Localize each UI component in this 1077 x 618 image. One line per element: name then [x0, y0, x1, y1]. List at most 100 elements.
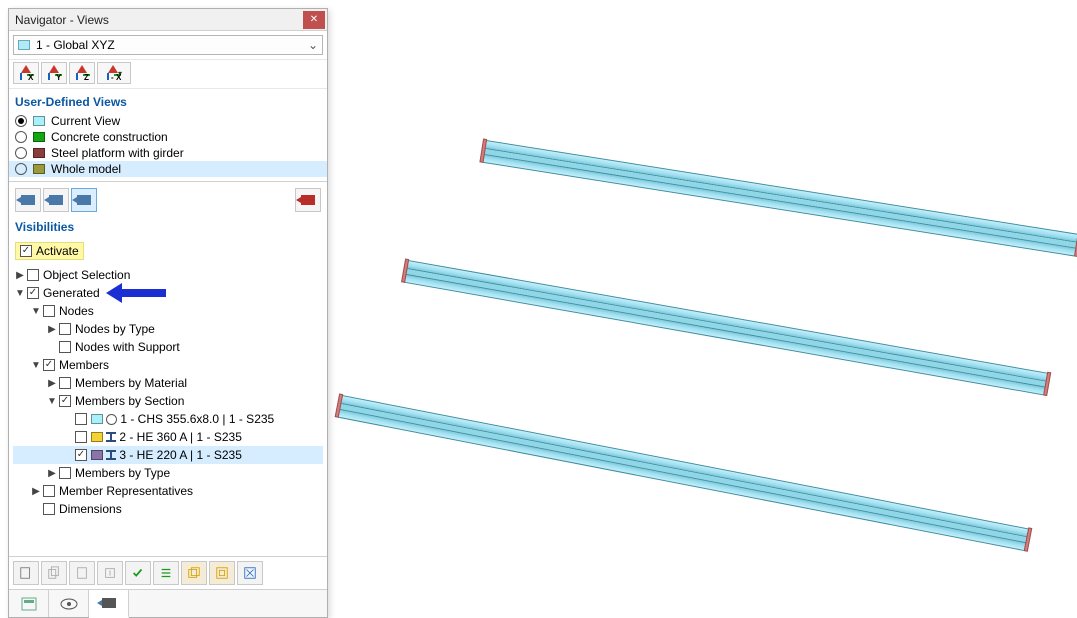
- checkbox[interactable]: [27, 287, 39, 299]
- tool-import-button[interactable]: [97, 561, 123, 585]
- tab-views[interactable]: [89, 590, 129, 618]
- section-ibeam-icon: [106, 450, 116, 460]
- tree-members-by-material[interactable]: ▶ Members by Material: [13, 374, 323, 392]
- window-title: Navigator - Views: [15, 13, 301, 27]
- swatch-icon: [91, 414, 103, 424]
- activate-checkbox[interactable]: [20, 245, 32, 257]
- camera-icon: [21, 195, 35, 205]
- radio-icon: [15, 147, 27, 159]
- swatch-icon: [33, 116, 45, 126]
- caret-right-icon[interactable]: ▶: [45, 324, 59, 335]
- tree-generated[interactable]: ▼ Generated: [13, 284, 323, 302]
- checkbox[interactable]: [59, 323, 71, 335]
- caret-right-icon[interactable]: ▶: [45, 468, 59, 479]
- chevron-down-icon: ⌄: [308, 38, 318, 52]
- udv-concrete[interactable]: Concrete construction: [9, 129, 327, 145]
- tree-dimensions[interactable]: ▶ Dimensions: [13, 500, 323, 518]
- caret-down-icon[interactable]: ▼: [29, 360, 43, 371]
- tab-strip: [9, 589, 327, 617]
- axis-x-button[interactable]: X: [13, 62, 39, 84]
- tree-section-he220[interactable]: ▶ 3 - HE 220 A | 1 - S235: [13, 446, 323, 464]
- checkbox[interactable]: [75, 413, 87, 425]
- caret-down-icon[interactable]: ▼: [29, 306, 43, 317]
- checkbox[interactable]: [75, 449, 87, 461]
- tool-new-button[interactable]: [13, 561, 39, 585]
- tool-check-button[interactable]: [125, 561, 151, 585]
- section-circle-icon: [106, 414, 117, 425]
- radio-icon: [15, 131, 27, 143]
- model-viewport[interactable]: [330, 0, 1077, 617]
- camera-toolbar: [9, 184, 327, 214]
- caret-right-icon[interactable]: ▶: [29, 486, 43, 497]
- udv-current-view[interactable]: Current View: [9, 113, 327, 129]
- visibility-tree: ▶ Object Selection ▼ Generated ▼ Nodes ▶…: [9, 264, 327, 526]
- camera-active-button[interactable]: [71, 188, 97, 212]
- beam-member: [342, 395, 1029, 529]
- tool-paste-button[interactable]: [69, 561, 95, 585]
- tool-copy-button[interactable]: [41, 561, 67, 585]
- visibilities-heading: Visibilities: [9, 214, 327, 238]
- axis-toolbar: X Y Z -X▾: [9, 60, 327, 89]
- radio-icon: [15, 115, 27, 127]
- tree-object-selection[interactable]: ▶ Object Selection: [13, 266, 323, 284]
- tree-nodes[interactable]: ▼ Nodes: [13, 302, 323, 320]
- swatch-icon: [33, 132, 45, 142]
- tree-section-chs[interactable]: ▶ 1 - CHS 355.6x8.0 | 1 - S235: [13, 410, 323, 428]
- caret-right-icon[interactable]: ▶: [13, 270, 27, 281]
- navigator-panel: Navigator - Views ✕ 1 - Global XYZ ⌄ X Y…: [8, 8, 328, 618]
- tree-members-by-type[interactable]: ▶ Members by Type: [13, 464, 323, 482]
- axis-y-button[interactable]: Y: [41, 62, 67, 84]
- coord-swatch-icon: [18, 40, 30, 50]
- caret-down-icon[interactable]: ▼: [45, 396, 59, 407]
- tool-layers-b-button[interactable]: [209, 561, 235, 585]
- checkbox[interactable]: [59, 377, 71, 389]
- radio-icon: [15, 163, 27, 175]
- axis-z-button[interactable]: Z: [69, 62, 95, 84]
- tool-layers-a-button[interactable]: [181, 561, 207, 585]
- tree-members-by-section[interactable]: ▼ Members by Section: [13, 392, 323, 410]
- tool-filter-button[interactable]: [237, 561, 263, 585]
- bottom-toolbar: [9, 556, 327, 589]
- tool-list-button[interactable]: [153, 561, 179, 585]
- udv-steel-platform[interactable]: Steel platform with girder: [9, 145, 327, 161]
- camera-add-button[interactable]: [15, 188, 41, 212]
- camera-delete-button[interactable]: [295, 188, 321, 212]
- swatch-icon: [33, 164, 45, 174]
- tab-show[interactable]: [49, 590, 89, 617]
- axis-neg-x-button[interactable]: -X▾: [97, 62, 131, 84]
- titlebar: Navigator - Views ✕: [9, 9, 327, 31]
- beam-member: [408, 260, 1048, 373]
- udv-whole-model[interactable]: Whole model: [9, 161, 327, 177]
- activate-checkbox-row[interactable]: Activate: [15, 242, 84, 260]
- tree-section-he360[interactable]: ▶ 2 - HE 360 A | 1 - S235: [13, 428, 323, 446]
- checkbox[interactable]: [43, 485, 55, 497]
- tree-nodes-with-support[interactable]: ▶ Nodes with Support: [13, 338, 323, 356]
- tab-data[interactable]: [9, 590, 49, 617]
- camera-icon: [102, 598, 116, 608]
- checkbox[interactable]: [43, 503, 55, 515]
- annotation-arrow-icon: [106, 283, 166, 303]
- checkbox[interactable]: [59, 395, 71, 407]
- tree-nodes-by-type[interactable]: ▶ Nodes by Type: [13, 320, 323, 338]
- swatch-icon: [91, 450, 103, 460]
- checkbox[interactable]: [75, 431, 87, 443]
- checkbox[interactable]: [59, 467, 71, 479]
- close-button[interactable]: ✕: [303, 11, 325, 29]
- coord-system-row: 1 - Global XYZ ⌄: [9, 31, 327, 60]
- checkbox[interactable]: [27, 269, 39, 281]
- tree-member-reps[interactable]: ▶ Member Representatives: [13, 482, 323, 500]
- coord-system-select[interactable]: 1 - Global XYZ ⌄: [13, 35, 323, 55]
- checkbox[interactable]: [43, 359, 55, 371]
- camera-edit-button[interactable]: [43, 188, 69, 212]
- caret-down-icon[interactable]: ▼: [13, 288, 27, 299]
- tree-members[interactable]: ▼ Members: [13, 356, 323, 374]
- checkbox[interactable]: [43, 305, 55, 317]
- caret-right-icon[interactable]: ▶: [45, 378, 59, 389]
- checkbox[interactable]: [59, 341, 71, 353]
- coord-system-label: 1 - Global XYZ: [36, 38, 115, 52]
- section-ibeam-icon: [106, 432, 116, 442]
- swatch-icon: [91, 432, 103, 442]
- divider: [9, 181, 327, 182]
- camera-icon: [49, 195, 63, 205]
- swatch-icon: [33, 148, 45, 158]
